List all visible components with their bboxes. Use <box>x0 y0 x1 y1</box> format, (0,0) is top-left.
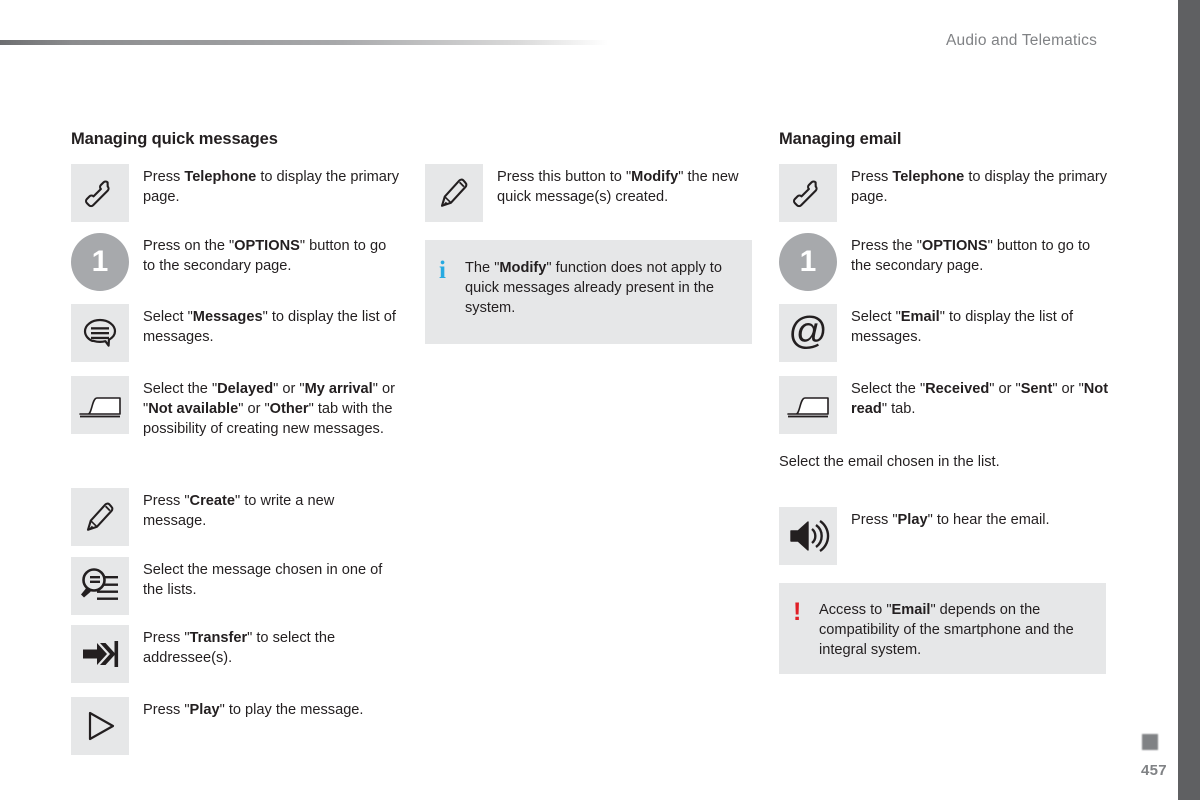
list-item: Select the "Received" or "Sent" or "Not … <box>779 376 1109 434</box>
list-item: Press Telephone to display the primary p… <box>71 164 401 222</box>
message-bubble-icon <box>71 304 129 362</box>
warning-note-text: Access to "Email" depends on the compati… <box>819 602 1074 658</box>
list-item: Press "Play" to hear the email. <box>779 507 1109 565</box>
pencil-icon <box>425 164 483 222</box>
warning-icon: ! <box>793 598 802 626</box>
info-note-box: i The "Modify" function does not apply t… <box>425 240 752 344</box>
list-item-text: Press "Create" to write a new message. <box>143 493 335 529</box>
footer-square-mark <box>1142 734 1158 750</box>
list-item-text: Select the message chosen in one of the … <box>143 562 383 598</box>
list-item-text: Press this button to "Modify" the new qu… <box>497 169 739 205</box>
right-column-title: Managing email <box>779 130 902 148</box>
list-item-text: Select "Messages" to display the list of… <box>143 309 396 345</box>
list-item-text: Press on the "OPTIONS" button to go to t… <box>143 238 387 274</box>
right-edge-bar <box>1178 0 1200 800</box>
info-icon: i <box>439 257 446 284</box>
select-email-text: Select the email chosen in the list. <box>779 454 1000 470</box>
at-sign-icon: @ <box>779 304 837 362</box>
pencil-icon <box>71 488 129 546</box>
telephone-handset-icon <box>779 164 837 222</box>
list-item: 1 Press on the "OPTIONS" button to go to… <box>71 233 401 291</box>
list-item: 1 Press the "OPTIONS" button to go to th… <box>779 233 1109 291</box>
header-gradient-rule <box>0 40 608 45</box>
transfer-arrow-icon <box>71 625 129 683</box>
tab-icon <box>779 376 837 434</box>
list-item: Press "Transfer" to select the addressee… <box>71 625 401 683</box>
step-number-1-icon: 1 <box>71 233 129 291</box>
list-item-text: Select the "Received" or "Sent" or "Not … <box>851 381 1109 417</box>
list-item: Select the "Delayed" or "My arrival" or … <box>71 376 401 439</box>
search-list-icon <box>71 557 129 615</box>
info-note-text: The "Modify" function does not apply to … <box>465 260 722 316</box>
list-item: Select the message chosen in one of the … <box>71 557 401 615</box>
page-header: Audio and Telematics <box>0 0 1200 70</box>
list-item: Press "Play" to play the message. <box>71 697 401 755</box>
header-title: Audio and Telematics <box>946 32 1098 49</box>
list-item-text: Press "Transfer" to select the addressee… <box>143 630 336 666</box>
list-item: Select "Messages" to display the list of… <box>71 304 401 362</box>
play-triangle-icon <box>71 697 129 755</box>
list-item-text: Press Telephone to display the primary p… <box>143 169 400 205</box>
left-column-title: Managing quick messages <box>71 130 278 148</box>
list-item: Press Telephone to display the primary p… <box>779 164 1109 222</box>
warning-note-box: ! Access to "Email" depends on the compa… <box>779 583 1106 674</box>
tab-icon <box>71 376 129 434</box>
list-item-text: Press "Play" to hear the email. <box>851 512 1050 528</box>
list-item: Press this button to "Modify" the new qu… <box>425 164 755 222</box>
list-item: Press "Create" to write a new message. <box>71 488 401 546</box>
step-number-label: 1 <box>799 245 817 278</box>
list-item: @ Select "Email" to display the list of … <box>779 304 1109 362</box>
list-item-text: Press the "OPTIONS" button to go to the … <box>851 238 1091 274</box>
svg-text:@: @ <box>788 310 828 353</box>
step-number-label: 1 <box>91 245 109 278</box>
page-number: 457 <box>1141 762 1167 779</box>
list-item-text: Press Telephone to display the primary p… <box>851 169 1108 205</box>
step-number-1-icon: 1 <box>779 233 837 291</box>
speaker-icon <box>779 507 837 565</box>
telephone-handset-icon <box>71 164 129 222</box>
list-item-text: Select "Email" to display the list of me… <box>851 309 1074 345</box>
list-item-text: Select the "Delayed" or "My arrival" or … <box>143 381 395 437</box>
list-item-text: Press "Play" to play the message. <box>143 702 364 718</box>
